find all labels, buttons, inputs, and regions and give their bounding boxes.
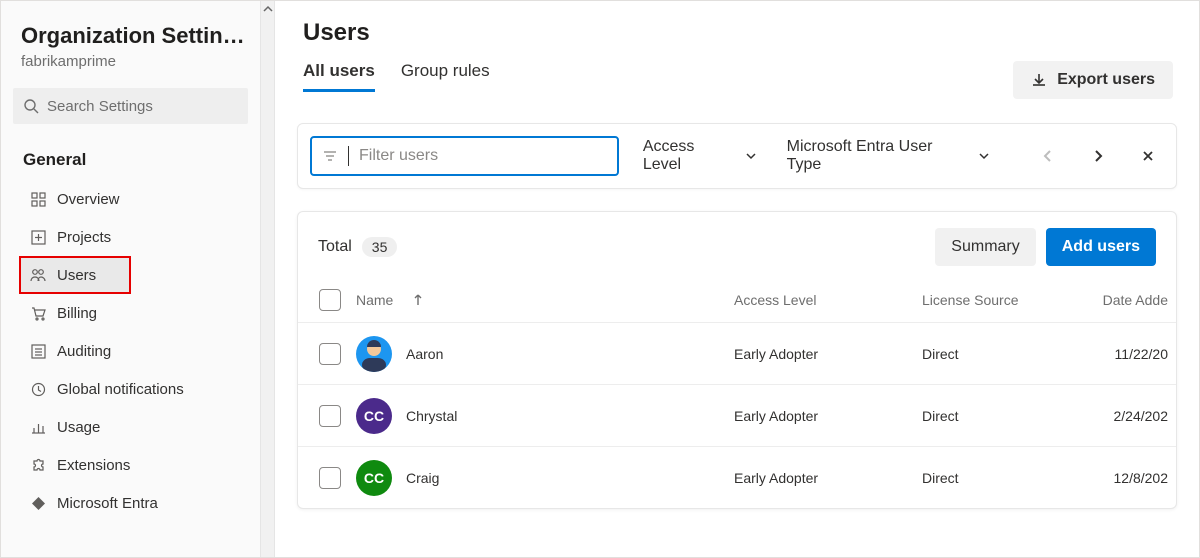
- user-name: Craig: [406, 470, 439, 486]
- sidebar-item-label: Auditing: [57, 343, 111, 360]
- row-checkbox[interactable]: [319, 467, 341, 489]
- sidebar-item-label: Usage: [57, 419, 100, 436]
- avatar: CC: [356, 460, 392, 496]
- org-settings-title: Organization Settin…: [21, 23, 244, 49]
- filter-icon: [322, 148, 338, 164]
- user-source: Direct: [922, 346, 1092, 362]
- scroll-up-icon[interactable]: [261, 1, 274, 17]
- puzzle-icon: [29, 458, 47, 473]
- user-date: 2/24/202: [1092, 408, 1170, 424]
- sidebar-item-label: Extensions: [57, 457, 130, 474]
- sidebar-item-billing[interactable]: Billing: [1, 294, 260, 332]
- summary-button[interactable]: Summary: [935, 228, 1035, 266]
- sidebar-item-users[interactable]: Users: [19, 256, 131, 294]
- total-count: 35: [362, 237, 398, 257]
- entra-user-type-dropdown[interactable]: Microsoft Entra User Type: [781, 134, 997, 178]
- column-header-date[interactable]: Date Adde: [1092, 292, 1170, 308]
- chevron-down-icon: [745, 150, 757, 162]
- sidebar-item-label: Billing: [57, 305, 97, 322]
- table-row[interactable]: Aaron Early AdopterDirect11/22/20: [298, 322, 1176, 384]
- user-name: Chrystal: [406, 408, 457, 424]
- user-source: Direct: [922, 408, 1092, 424]
- row-checkbox[interactable]: [319, 405, 341, 427]
- add-users-button[interactable]: Add users: [1046, 228, 1156, 266]
- chevron-down-icon: [978, 150, 990, 162]
- sidebar-item-projects[interactable]: Projects: [1, 218, 260, 256]
- prev-page-button[interactable]: [1032, 140, 1064, 172]
- table-row[interactable]: CC Craig Early AdopterDirect12/8/202: [298, 446, 1176, 508]
- filter-bar: Filter users Access Level Microsoft Entr…: [297, 123, 1177, 189]
- tab-group-rules[interactable]: Group rules: [401, 61, 490, 92]
- user-access: Early Adopter: [734, 408, 922, 424]
- sidebar-item-global-notifications[interactable]: Global notifications: [1, 370, 260, 408]
- export-users-button[interactable]: Export users: [1013, 61, 1173, 99]
- grid-icon: [29, 192, 47, 207]
- sidebar-item-microsoft-entra[interactable]: Microsoft Entra: [1, 484, 260, 522]
- list-icon: [29, 344, 47, 359]
- plus-box-icon: [29, 230, 47, 245]
- user-source: Direct: [922, 470, 1092, 486]
- clock-icon: [29, 382, 47, 397]
- sidebar-item-label: Global notifications: [57, 381, 184, 398]
- users-table: Name Access Level License Source Date Ad…: [298, 278, 1176, 508]
- column-header-access[interactable]: Access Level: [734, 292, 922, 308]
- sidebar-item-label: Users: [57, 267, 96, 284]
- bar-chart-icon: [29, 420, 47, 435]
- sidebar-item-auditing[interactable]: Auditing: [1, 332, 260, 370]
- sidebar-item-overview[interactable]: Overview: [1, 180, 260, 218]
- avatar: [356, 336, 392, 372]
- org-name: fabrikamprime: [21, 53, 244, 70]
- tab-all-users[interactable]: All users: [303, 61, 375, 92]
- table-header-row: Name Access Level License Source Date Ad…: [298, 278, 1176, 322]
- user-access: Early Adopter: [734, 346, 922, 362]
- page-title: Users: [303, 19, 490, 47]
- filter-users-input[interactable]: Filter users: [310, 136, 619, 176]
- select-all-checkbox[interactable]: [319, 289, 341, 311]
- sidebar-scrollbar[interactable]: [261, 1, 275, 557]
- sidebar-item-usage[interactable]: Usage: [1, 408, 260, 446]
- tabs: All users Group rules: [303, 61, 490, 93]
- cart-icon: [29, 306, 47, 321]
- column-header-name[interactable]: Name: [356, 292, 734, 308]
- main-content: Users All users Group rules Export users: [275, 1, 1199, 557]
- people-icon: [29, 268, 47, 282]
- search-icon: [23, 98, 39, 114]
- next-page-button[interactable]: [1082, 140, 1114, 172]
- download-icon: [1031, 72, 1047, 88]
- sidebar-item-extensions[interactable]: Extensions: [1, 446, 260, 484]
- total-label: Total: [318, 238, 352, 256]
- user-date: 12/8/202: [1092, 470, 1170, 486]
- search-placeholder: Search Settings: [47, 98, 153, 115]
- user-access: Early Adopter: [734, 470, 922, 486]
- filter-placeholder: Filter users: [359, 147, 438, 165]
- sort-asc-icon: [413, 294, 423, 306]
- diamond-icon: [29, 496, 47, 511]
- table-row[interactable]: CC Chrystal Early AdopterDirect2/24/202: [298, 384, 1176, 446]
- avatar: CC: [356, 398, 392, 434]
- sidebar-item-label: Overview: [57, 191, 120, 208]
- text-cursor: [348, 146, 349, 166]
- access-level-dropdown[interactable]: Access Level: [637, 134, 763, 178]
- clear-filters-button[interactable]: [1132, 140, 1164, 172]
- user-date: 11/22/20: [1092, 346, 1170, 362]
- sidebar-nav: Overview Projects Users Billing Auditing Glob…: [1, 180, 260, 522]
- column-header-source[interactable]: License Source: [922, 292, 1092, 308]
- sidebar-section-general: General: [1, 136, 260, 180]
- user-name: Aaron: [406, 346, 443, 362]
- sidebar-search[interactable]: Search Settings: [13, 88, 248, 124]
- users-card: Total 35 Summary Add users Name: [297, 211, 1177, 509]
- sidebar-item-label: Projects: [57, 229, 111, 246]
- row-checkbox[interactable]: [319, 343, 341, 365]
- sidebar-item-label: Microsoft Entra: [57, 495, 158, 512]
- sidebar: Organization Settin… fabrikamprime Searc…: [1, 1, 261, 557]
